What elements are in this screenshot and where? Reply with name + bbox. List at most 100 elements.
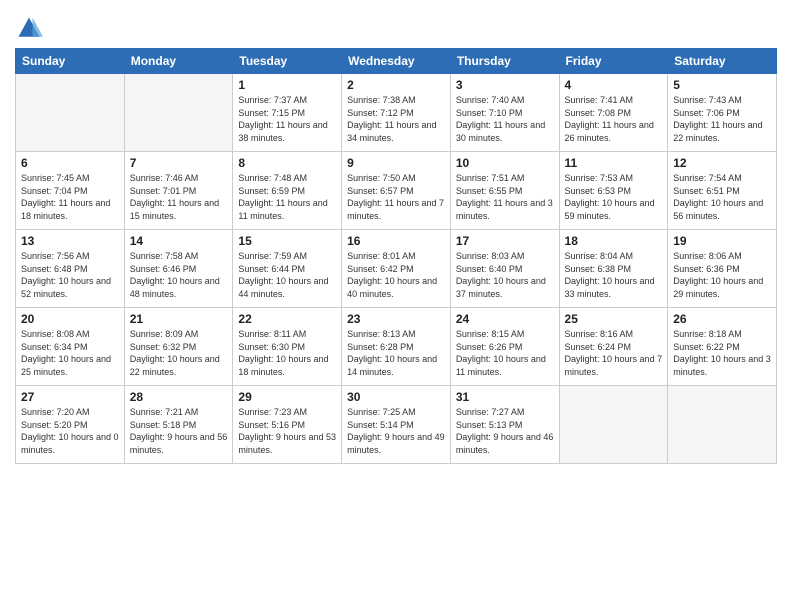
day-info: Sunrise: 7:23 AM Sunset: 5:16 PM Dayligh…: [238, 406, 336, 456]
calendar-cell: [559, 386, 668, 464]
day-info: Sunrise: 7:51 AM Sunset: 6:55 PM Dayligh…: [456, 172, 554, 222]
day-number: 20: [21, 312, 119, 326]
calendar-cell: 26 Sunrise: 8:18 AM Sunset: 6:22 PM Dayli…: [668, 308, 777, 386]
day-number: 10: [456, 156, 554, 170]
day-number: 18: [565, 234, 663, 248]
day-number: 12: [673, 156, 771, 170]
day-info: Sunrise: 8:04 AM Sunset: 6:38 PM Dayligh…: [565, 250, 663, 300]
day-number: 11: [565, 156, 663, 170]
weekday-header-sunday: Sunday: [16, 49, 125, 74]
day-info: Sunrise: 7:58 AM Sunset: 6:46 PM Dayligh…: [130, 250, 228, 300]
day-info: Sunrise: 8:16 AM Sunset: 6:24 PM Dayligh…: [565, 328, 663, 378]
day-info: Sunrise: 8:18 AM Sunset: 6:22 PM Dayligh…: [673, 328, 771, 378]
weekday-header-row: SundayMondayTuesdayWednesdayThursdayFrid…: [16, 49, 777, 74]
day-number: 15: [238, 234, 336, 248]
day-number: 25: [565, 312, 663, 326]
calendar-cell: 31Sunrise: 7:27 AM Sunset: 5:13 PM Dayli…: [450, 386, 559, 464]
calendar-cell: 3 Sunrise: 7:40 AM Sunset: 7:10 PM Daylig…: [450, 74, 559, 152]
calendar-cell: 20 Sunrise: 8:08 AM Sunset: 6:34 PM Dayli…: [16, 308, 125, 386]
calendar-cell: 18 Sunrise: 8:04 AM Sunset: 6:38 PM Dayli…: [559, 230, 668, 308]
day-info: Sunrise: 8:09 AM Sunset: 6:32 PM Dayligh…: [130, 328, 228, 378]
day-number: 2: [347, 78, 445, 92]
calendar-cell: 9 Sunrise: 7:50 AM Sunset: 6:57 PM Daylig…: [342, 152, 451, 230]
page: SundayMondayTuesdayWednesdayThursdayFrid…: [0, 0, 792, 612]
weekday-header-saturday: Saturday: [668, 49, 777, 74]
day-info: Sunrise: 7:20 AM Sunset: 5:20 PM Dayligh…: [21, 406, 119, 456]
day-number: 1: [238, 78, 336, 92]
calendar-table: SundayMondayTuesdayWednesdayThursdayFrid…: [15, 48, 777, 464]
weekday-header-tuesday: Tuesday: [233, 49, 342, 74]
day-info: Sunrise: 8:13 AM Sunset: 6:28 PM Dayligh…: [347, 328, 445, 378]
calendar-cell: 5 Sunrise: 7:43 AM Sunset: 7:06 PM Daylig…: [668, 74, 777, 152]
day-info: Sunrise: 7:56 AM Sunset: 6:48 PM Dayligh…: [21, 250, 119, 300]
day-number: 24: [456, 312, 554, 326]
weekday-header-monday: Monday: [124, 49, 233, 74]
calendar-cell: 29 Sunrise: 7:23 AM Sunset: 5:16 PM Dayli…: [233, 386, 342, 464]
day-info: Sunrise: 7:59 AM Sunset: 6:44 PM Dayligh…: [238, 250, 336, 300]
day-number: 28: [130, 390, 228, 404]
calendar-cell: 16Sunrise: 8:01 AM Sunset: 6:42 PM Dayli…: [342, 230, 451, 308]
day-number: 5: [673, 78, 771, 92]
day-number: 7: [130, 156, 228, 170]
day-number: 6: [21, 156, 119, 170]
day-info: Sunrise: 8:15 AM Sunset: 6:26 PM Dayligh…: [456, 328, 554, 378]
calendar-cell: [124, 74, 233, 152]
calendar-cell: [16, 74, 125, 152]
calendar-cell: 17Sunrise: 8:03 AM Sunset: 6:40 PM Dayli…: [450, 230, 559, 308]
day-number: 13: [21, 234, 119, 248]
calendar-cell: 13 Sunrise: 7:56 AM Sunset: 6:48 PM Dayli…: [16, 230, 125, 308]
calendar-cell: 14Sunrise: 7:58 AM Sunset: 6:46 PM Dayli…: [124, 230, 233, 308]
calendar-cell: 25 Sunrise: 8:16 AM Sunset: 6:24 PM Dayli…: [559, 308, 668, 386]
day-info: Sunrise: 7:41 AM Sunset: 7:08 PM Dayligh…: [565, 94, 663, 144]
calendar-cell: 2Sunrise: 7:38 AM Sunset: 7:12 PM Daylig…: [342, 74, 451, 152]
calendar-week-row: 13 Sunrise: 7:56 AM Sunset: 6:48 PM Dayli…: [16, 230, 777, 308]
day-info: Sunrise: 7:53 AM Sunset: 6:53 PM Dayligh…: [565, 172, 663, 222]
day-info: Sunrise: 8:03 AM Sunset: 6:40 PM Dayligh…: [456, 250, 554, 300]
day-info: Sunrise: 7:54 AM Sunset: 6:51 PM Dayligh…: [673, 172, 771, 222]
generalblue-logo-icon: [15, 14, 43, 42]
calendar-week-row: 1 Sunrise: 7:37 AM Sunset: 7:15 PM Daylig…: [16, 74, 777, 152]
day-info: Sunrise: 8:06 AM Sunset: 6:36 PM Dayligh…: [673, 250, 771, 300]
calendar-cell: 27Sunrise: 7:20 AM Sunset: 5:20 PM Dayli…: [16, 386, 125, 464]
day-number: 19: [673, 234, 771, 248]
day-number: 3: [456, 78, 554, 92]
calendar-cell: 22Sunrise: 8:11 AM Sunset: 6:30 PM Dayli…: [233, 308, 342, 386]
calendar-cell: 28 Sunrise: 7:21 AM Sunset: 5:18 PM Dayli…: [124, 386, 233, 464]
day-number: 9: [347, 156, 445, 170]
day-number: 26: [673, 312, 771, 326]
calendar-cell: 4Sunrise: 7:41 AM Sunset: 7:08 PM Daylig…: [559, 74, 668, 152]
day-info: Sunrise: 7:48 AM Sunset: 6:59 PM Dayligh…: [238, 172, 336, 222]
day-info: Sunrise: 7:40 AM Sunset: 7:10 PM Dayligh…: [456, 94, 554, 144]
calendar-cell: [668, 386, 777, 464]
weekday-header-thursday: Thursday: [450, 49, 559, 74]
header: [15, 10, 777, 42]
calendar-cell: 11 Sunrise: 7:53 AM Sunset: 6:53 PM Dayli…: [559, 152, 668, 230]
day-number: 21: [130, 312, 228, 326]
day-number: 8: [238, 156, 336, 170]
calendar-cell: 15 Sunrise: 7:59 AM Sunset: 6:44 PM Dayli…: [233, 230, 342, 308]
day-number: 23: [347, 312, 445, 326]
day-info: Sunrise: 7:37 AM Sunset: 7:15 PM Dayligh…: [238, 94, 336, 144]
day-info: Sunrise: 7:43 AM Sunset: 7:06 PM Dayligh…: [673, 94, 771, 144]
day-info: Sunrise: 7:46 AM Sunset: 7:01 PM Dayligh…: [130, 172, 228, 222]
calendar-cell: 19 Sunrise: 8:06 AM Sunset: 6:36 PM Dayli…: [668, 230, 777, 308]
calendar-week-row: 27Sunrise: 7:20 AM Sunset: 5:20 PM Dayli…: [16, 386, 777, 464]
calendar-cell: 1 Sunrise: 7:37 AM Sunset: 7:15 PM Daylig…: [233, 74, 342, 152]
calendar-week-row: 6Sunrise: 7:45 AM Sunset: 7:04 PM Daylig…: [16, 152, 777, 230]
calendar-cell: 8 Sunrise: 7:48 AM Sunset: 6:59 PM Daylig…: [233, 152, 342, 230]
day-info: Sunrise: 8:08 AM Sunset: 6:34 PM Dayligh…: [21, 328, 119, 378]
day-info: Sunrise: 7:27 AM Sunset: 5:13 PM Dayligh…: [456, 406, 554, 456]
day-info: Sunrise: 7:50 AM Sunset: 6:57 PM Dayligh…: [347, 172, 445, 222]
day-info: Sunrise: 8:01 AM Sunset: 6:42 PM Dayligh…: [347, 250, 445, 300]
logo-area: [15, 14, 47, 42]
day-info: Sunrise: 7:25 AM Sunset: 5:14 PM Dayligh…: [347, 406, 445, 456]
calendar-week-row: 20 Sunrise: 8:08 AM Sunset: 6:34 PM Dayli…: [16, 308, 777, 386]
weekday-header-friday: Friday: [559, 49, 668, 74]
calendar-cell: 30Sunrise: 7:25 AM Sunset: 5:14 PM Dayli…: [342, 386, 451, 464]
calendar-cell: 21 Sunrise: 8:09 AM Sunset: 6:32 PM Dayli…: [124, 308, 233, 386]
day-info: Sunrise: 7:21 AM Sunset: 5:18 PM Dayligh…: [130, 406, 228, 456]
calendar-cell: 10 Sunrise: 7:51 AM Sunset: 6:55 PM Dayli…: [450, 152, 559, 230]
day-number: 29: [238, 390, 336, 404]
calendar-cell: 12 Sunrise: 7:54 AM Sunset: 6:51 PM Dayli…: [668, 152, 777, 230]
day-number: 22: [238, 312, 336, 326]
